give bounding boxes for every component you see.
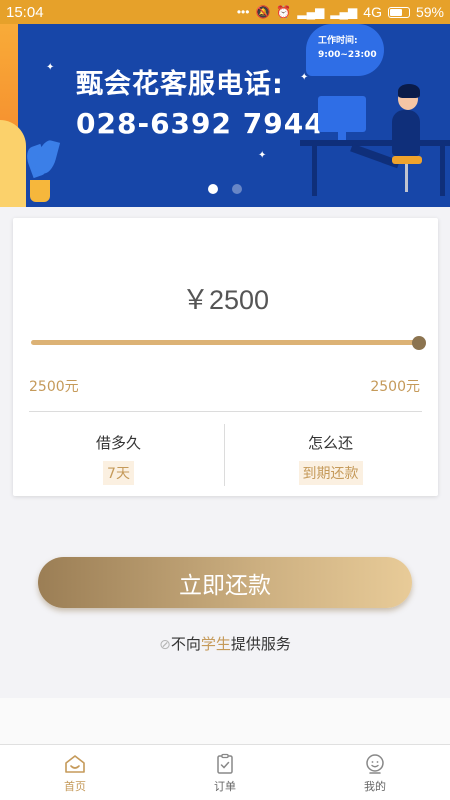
term-selector[interactable]: 借多久 7天	[13, 432, 224, 485]
term-title: 借多久	[95, 434, 141, 452]
signal-icon: ▂▄▆	[330, 5, 358, 19]
battery-percent: 59%	[415, 4, 444, 20]
tab-home-label: 首页	[64, 779, 86, 793]
tab-orders[interactable]: 订单	[150, 745, 300, 800]
amount-slider-track[interactable]	[31, 340, 419, 345]
work-hours-bubble: 工作时间: 9:00~23:00	[306, 24, 384, 76]
repay-method-value: 到期还款	[298, 461, 363, 485]
monitor-illustration	[318, 96, 366, 132]
carousel-dot-active[interactable]	[208, 184, 218, 194]
tab-profile-label: 我的	[364, 779, 386, 793]
divider	[29, 411, 422, 412]
status-icons: ••• 🔕 ⏰ ▂▄▆ ▂▄▆ 4G 59%	[237, 4, 444, 20]
tab-home[interactable]: 首页	[0, 745, 150, 800]
clipboard-icon	[217, 753, 233, 774]
prohibited-icon: ⊘	[159, 637, 171, 653]
sparkle-icon: ✦	[258, 150, 267, 161]
status-bar: 15:04 ••• 🔕 ⏰ ▂▄▆ ▂▄▆ 4G 59%	[0, 0, 450, 24]
notice-highlight: 学生	[200, 635, 231, 653]
tab-profile[interactable]: 我的	[300, 745, 450, 800]
notice-suffix: 提供服务	[230, 635, 291, 653]
banner-edge-decoration	[0, 120, 26, 207]
student-notice: ⊘不向学生提供服务	[0, 633, 450, 654]
network-type: 4G	[363, 4, 382, 20]
desk-illustration	[300, 140, 450, 146]
signal-icon: ▂▄▆	[297, 5, 325, 19]
loan-amount: ￥2500	[181, 285, 270, 315]
tab-orders-label: 订单	[214, 779, 236, 793]
repay-now-button[interactable]: 立即还款	[38, 557, 412, 608]
content-footer	[0, 698, 450, 744]
range-max-label: 2500元	[370, 379, 420, 395]
notice-prefix: 不向	[170, 635, 201, 653]
repay-method-title: 怎么还	[307, 434, 353, 452]
work-hours-value: 9:00~23:00	[318, 50, 377, 60]
range-min-label: 2500元	[29, 379, 79, 395]
battery-icon	[387, 6, 410, 18]
home-icon	[65, 754, 85, 773]
chair-illustration	[392, 156, 422, 164]
chair-leg-illustration	[405, 164, 408, 192]
hotline-text: 甄会花客服电话: 028-6392 7944	[76, 62, 325, 140]
plant-pot-illustration	[30, 180, 50, 202]
monitor-stand-illustration	[338, 132, 346, 140]
carousel-indicator	[208, 184, 242, 194]
mute-icon: 🔕	[255, 5, 271, 19]
more-dots-icon: •••	[236, 5, 250, 19]
hotline-title: 甄会花客服电话:	[76, 69, 284, 100]
carousel-dot[interactable]	[232, 184, 242, 194]
loan-card: ￥2500 2500元 2500元 借多久 7天 怎么还 到期还款	[13, 218, 438, 496]
promo-banner[interactable]: ✦ ✦ ✦ 甄会花客服电话: 028-6392 7944 工作时间: 9:00~…	[0, 0, 450, 207]
person-hair-illustration	[398, 84, 420, 98]
desk-leg	[312, 146, 317, 196]
term-value: 7天	[103, 461, 134, 485]
alarm-icon: ⏰	[276, 5, 292, 19]
person-body-illustration	[392, 110, 420, 156]
amount-slider-thumb[interactable]	[412, 336, 426, 350]
sparkle-icon: ✦	[46, 62, 55, 73]
work-hours-label: 工作时间:	[318, 36, 358, 46]
user-icon	[366, 753, 384, 774]
status-time: 15:04	[6, 3, 44, 21]
hotline-number: 028-6392 7944	[76, 107, 325, 140]
desk-leg	[440, 146, 445, 196]
bottom-tab-bar: 首页 订单 我的	[0, 744, 450, 800]
repay-method-selector[interactable]: 怎么还 到期还款	[225, 432, 436, 485]
